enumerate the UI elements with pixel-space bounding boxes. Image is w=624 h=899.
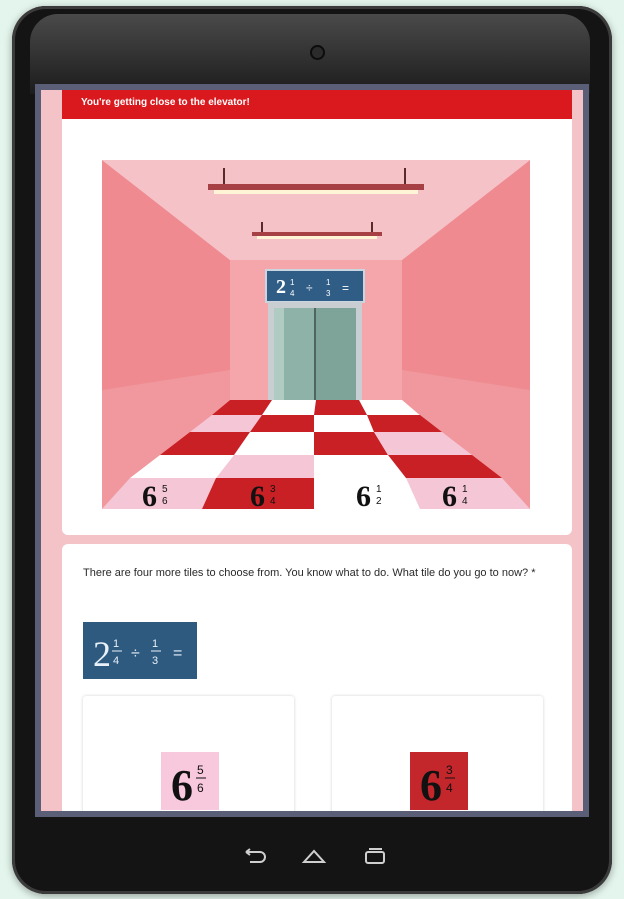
answer-choice-2[interactable]: 6 3 4 [332,696,543,811]
tile-2-den: 4 [446,781,453,795]
equation-den: 4 [113,655,119,667]
svg-text:6: 6 [162,496,168,507]
svg-text:3: 3 [270,484,276,495]
equation-num: 1 [113,638,119,650]
equation-num2: 1 [152,638,158,650]
screen: You're getting close to the elevator! 2 … [35,84,589,817]
svg-text:=: = [342,281,349,295]
floor-tile-4-text: 6 [442,480,457,509]
elevator-hallway-image: 2 1 4 ÷ 1 3 = 6 5 6 6 3 4 6 1 2 6 1 4 [102,160,530,509]
floor-tile-label: 6 1 2 [356,480,382,509]
svg-text:1: 1 [376,484,382,495]
header-card: You're getting close to the elevator! 2 … [62,90,572,535]
answer-choice-1[interactable]: 6 5 6 [83,696,294,811]
tablet-bezel-highlight [30,14,590,94]
equation-divide: ÷ [131,645,140,662]
question-card: There are four more tiles to choose from… [62,544,572,811]
elevator-sign-text: 2 [276,276,286,298]
equation-whole: 2 [93,634,111,674]
tile-2-whole: 6 [420,761,442,810]
floor-tile-3-text: 6 [356,480,371,509]
floor-tile-label: 6 5 6 [142,480,168,509]
svg-text:1: 1 [326,278,331,287]
tile-1-num: 5 [197,763,204,777]
svg-text:1: 1 [290,278,295,287]
tile-1-whole: 6 [171,761,193,810]
floor-tile-label: 6 3 4 [250,480,276,509]
elevator: 2 1 4 ÷ 1 3 = [265,269,365,402]
recents-icon[interactable] [362,847,388,865]
banner-text: You're getting close to the elevator! [81,97,250,108]
tile-image-1: 6 5 6 [161,752,219,810]
svg-text:4: 4 [290,289,295,298]
equation-equals: = [173,645,182,662]
tile-1-den: 6 [197,781,204,795]
svg-text:÷: ÷ [306,281,313,295]
svg-text:3: 3 [326,289,331,298]
tile-image-2: 6 3 4 [410,752,468,810]
floor-tile-2-text: 6 [250,480,265,509]
android-nav-bar [35,817,589,894]
svg-text:2: 2 [376,496,382,507]
svg-text:5: 5 [162,484,168,495]
question-text: There are four more tiles to choose from… [83,567,536,579]
tile-2-num: 3 [446,763,453,777]
camera-icon [312,47,323,58]
home-icon[interactable] [301,847,327,865]
svg-text:4: 4 [270,496,276,507]
svg-text:1: 1 [462,484,468,495]
equation-den2: 3 [152,655,158,667]
section-banner: You're getting close to the elevator! [62,90,572,119]
equation-image: 2 1 4 ÷ 1 3 = [83,622,197,679]
back-icon[interactable] [242,847,268,865]
floor-tile-label: 6 1 4 [442,480,468,509]
floor-tile-1-text: 6 [142,480,157,509]
svg-text:4: 4 [462,496,468,507]
